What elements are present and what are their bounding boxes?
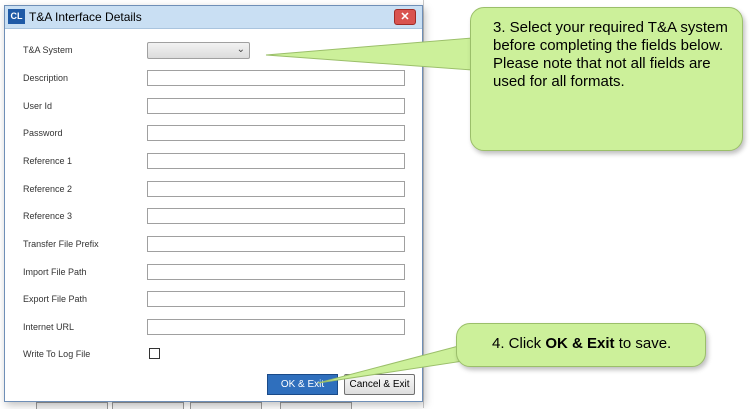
callout-4-suffix: to save. [614, 335, 672, 352]
callout-step-4: 4. Click OK & Exit to save. [456, 323, 706, 367]
callout-4-prefix: 4. Click [492, 335, 546, 352]
callout-4-pointer [317, 342, 471, 384]
callout-3-pointer [265, 37, 473, 71]
callout-step-3: 3. Select your required T&A system befor… [470, 7, 743, 151]
callout-4-bold: OK & Exit [545, 335, 615, 352]
